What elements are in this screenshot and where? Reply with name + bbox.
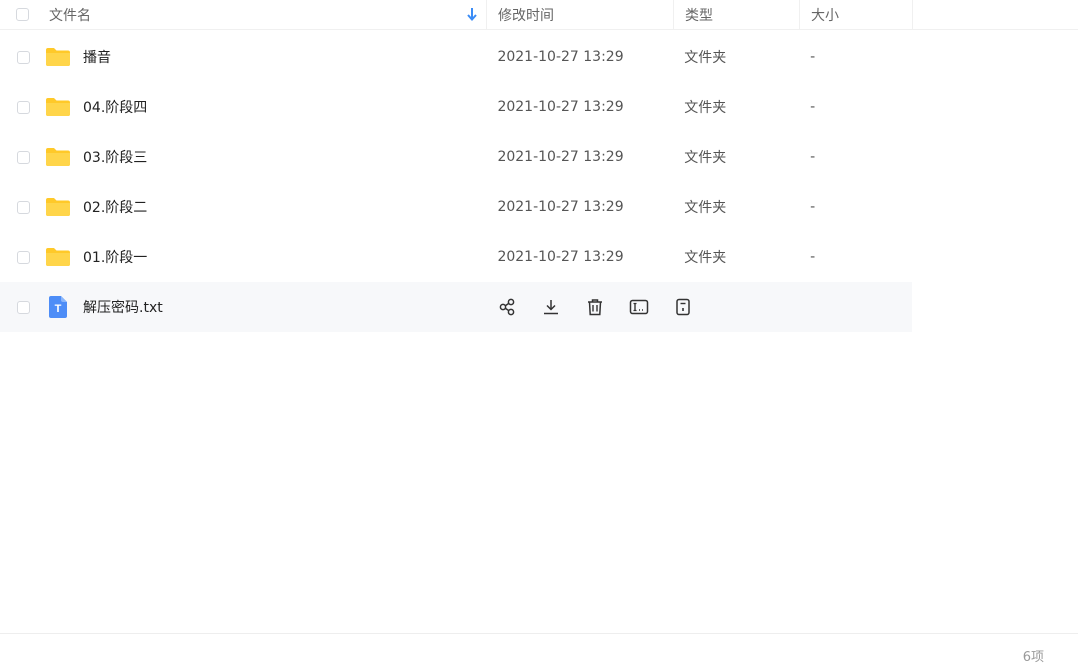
row-checkbox[interactable]	[17, 200, 30, 214]
file-type: 文件夹	[684, 100, 727, 116]
file-name-cell: 01.阶段一	[0, 247, 486, 267]
folder-icon	[46, 148, 70, 166]
header-size-column[interactable]: 大小	[800, 0, 913, 30]
file-name[interactable]: 解压密码.txt	[83, 297, 163, 317]
header-time-label: 修改时间	[498, 7, 554, 24]
row-actions	[486, 297, 912, 317]
sort-descending-icon[interactable]	[466, 6, 478, 22]
header-type-label: 类型	[685, 7, 713, 24]
file-type: 文件夹	[684, 150, 727, 166]
header-type-column[interactable]: 类型	[674, 0, 800, 30]
file-name[interactable]: 02.阶段二	[83, 197, 147, 217]
header-size-label: 大小	[811, 7, 839, 24]
share-icon[interactable]	[497, 297, 517, 317]
file-name-cell: 03.阶段三	[0, 147, 486, 167]
row-checkbox[interactable]	[17, 150, 30, 164]
folder-icon	[46, 198, 70, 216]
file-name-cell: T 解压密码.txt	[0, 295, 486, 319]
header-time-column[interactable]: 修改时间	[487, 0, 674, 30]
row-checkbox[interactable]	[17, 300, 30, 314]
file-name[interactable]: 播音	[83, 47, 111, 67]
folder-icon	[46, 48, 70, 66]
more-actions-icon[interactable]	[673, 297, 693, 317]
file-size: -	[810, 99, 816, 115]
download-icon[interactable]	[541, 297, 561, 317]
file-row[interactable]: 04.阶段四 2021-10-27 13:29 文件夹 -	[0, 82, 912, 132]
rename-icon[interactable]	[629, 297, 649, 317]
file-name[interactable]: 01.阶段一	[83, 247, 147, 267]
delete-icon[interactable]	[585, 297, 605, 317]
file-name-cell: 播音	[0, 47, 486, 67]
file-row[interactable]: 03.阶段三 2021-10-27 13:29 文件夹 -	[0, 132, 912, 182]
file-modified: 2021-10-27 13:29	[497, 49, 624, 65]
file-row-hovered[interactable]: T 解压密码.txt	[0, 282, 912, 332]
item-count: 6项	[1022, 650, 1044, 664]
folder-icon	[46, 248, 70, 266]
file-type: 文件夹	[684, 50, 727, 66]
file-size: -	[810, 249, 816, 265]
row-checkbox[interactable]	[17, 100, 30, 114]
file-type: 文件夹	[684, 250, 727, 266]
file-modified: 2021-10-27 13:29	[497, 199, 624, 215]
file-name[interactable]: 04.阶段四	[83, 97, 147, 117]
file-list: 播音 2021-10-27 13:29 文件夹 - 04.阶段四 2021-10…	[0, 32, 912, 332]
file-modified: 2021-10-27 13:29	[497, 99, 624, 115]
row-checkbox[interactable]	[17, 250, 30, 264]
folder-icon	[46, 98, 70, 116]
header-name-label: 文件名	[49, 7, 91, 24]
file-row[interactable]: 01.阶段一 2021-10-27 13:29 文件夹 -	[0, 232, 912, 282]
file-type: 文件夹	[684, 200, 727, 216]
file-modified: 2021-10-27 13:29	[497, 249, 624, 265]
row-checkbox[interactable]	[17, 50, 30, 64]
file-modified: 2021-10-27 13:29	[497, 149, 624, 165]
file-list-footer: 6项	[0, 633, 1078, 664]
file-list-header: 文件名 修改时间 类型 大小	[0, 0, 1078, 30]
file-size: -	[810, 199, 816, 215]
file-name[interactable]: 03.阶段三	[83, 147, 147, 167]
txt-file-icon: T	[45, 295, 71, 319]
file-list-page: 文件名 修改时间 类型 大小 播音 2021-10-27 13:29 文件夹 -…	[0, 0, 1078, 664]
file-name-cell: 02.阶段二	[0, 197, 486, 217]
file-name-cell: 04.阶段四	[0, 97, 486, 117]
file-size: -	[810, 149, 816, 165]
txt-icon-letter: T	[55, 303, 62, 315]
select-all-checkbox[interactable]	[16, 8, 29, 21]
header-name-column[interactable]: 文件名	[0, 0, 487, 30]
file-size: -	[810, 49, 816, 65]
file-row[interactable]: 02.阶段二 2021-10-27 13:29 文件夹 -	[0, 182, 912, 232]
file-row[interactable]: 播音 2021-10-27 13:29 文件夹 -	[0, 32, 912, 82]
